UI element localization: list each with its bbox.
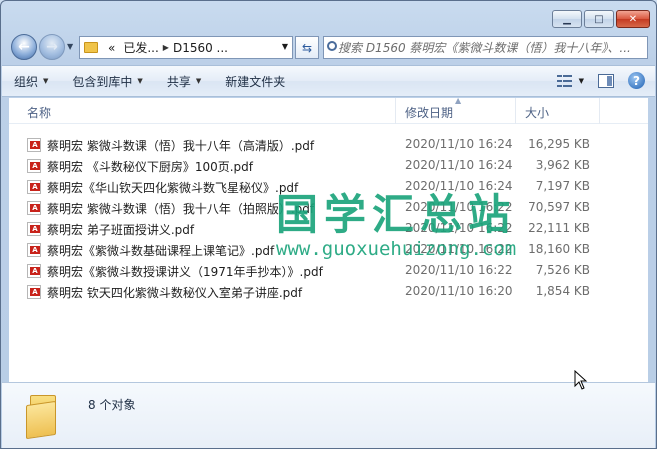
include-in-library-button[interactable]: 包含到库中 ▼ — [72, 73, 142, 90]
minimize-button[interactable]: ▁ — [552, 10, 582, 28]
refresh-icon: ⇆ — [301, 40, 313, 55]
file-name: 蔡明宏 弟子班面授讲义.pdf — [47, 223, 195, 237]
folder-icon — [84, 42, 98, 53]
table-row[interactable]: 蔡明宏 钦天四化紫微斗数秘仪入室弟子讲座.pdf 2020/11/10 16:2… — [9, 281, 648, 302]
chevron-down-icon: ▼ — [137, 77, 143, 85]
navigation-bar: ← → ▼ « 已发... ▶ D1560 ... ▼ ⇆ 搜索 D1560 蔡… — [9, 34, 648, 60]
column-divider[interactable] — [599, 98, 600, 124]
file-size: 7,197 KB — [535, 179, 590, 193]
command-bar: 组织 ▼ 包含到库中 ▼ 共享 ▼ 新建文件夹 ▼ ? — [2, 65, 655, 97]
pdf-file-icon — [27, 159, 41, 173]
file-size: 22,111 KB — [528, 221, 590, 235]
breadcrumb-segment[interactable]: 已发... — [123, 39, 158, 56]
maximize-button[interactable]: □ — [584, 10, 614, 28]
chevron-down-icon: ▼ — [578, 76, 584, 85]
column-header-size[interactable]: 大小 — [525, 104, 549, 121]
column-divider[interactable] — [515, 98, 516, 124]
search-icon — [327, 41, 337, 51]
file-name: 蔡明宏 紫微斗数课（悟）我十八年（拍照版）.pdf — [47, 202, 315, 216]
file-name: 蔡明宏《紫微斗数授课讲义（1971年手抄本）》.pdf — [47, 265, 323, 279]
table-row[interactable]: 蔡明宏 《斗数秘仪下厨房》100页.pdf 2020/11/10 16:24 3… — [9, 155, 648, 176]
watermark-url: www.guoxuehuizong.com — [276, 238, 517, 260]
pdf-file-icon — [27, 138, 41, 152]
file-date: 2020/11/10 16:24 — [405, 137, 513, 151]
pdf-file-icon — [27, 264, 41, 278]
refresh-button[interactable]: ⇆ — [295, 36, 319, 59]
share-button[interactable]: 共享 ▼ — [167, 73, 201, 90]
caption-buttons: ▁ □ ✕ — [552, 10, 650, 28]
pdf-file-icon — [27, 180, 41, 194]
file-name: 蔡明宏《华山钦天四化紫微斗数飞星秘仪》.pdf — [47, 181, 299, 195]
table-row[interactable]: 蔡明宏 紫微斗数课（悟）我十八年（高清版）.pdf 2020/11/10 16:… — [9, 134, 648, 155]
pdf-file-icon — [27, 243, 41, 257]
file-date: 2020/11/10 16:22 — [405, 263, 513, 277]
column-headers: 名称 ▲ 修改日期 大小 — [9, 96, 648, 124]
file-date: 2020/11/10 16:20 — [405, 284, 513, 298]
address-overflow[interactable]: « — [108, 41, 115, 55]
item-count: 8 个对象 — [88, 398, 136, 412]
mouse-cursor-icon — [574, 370, 588, 390]
file-name: 蔡明宏 《斗数秘仪下厨房》100页.pdf — [47, 160, 253, 174]
search-input[interactable]: 搜索 D1560 蔡明宏《紫微斗数课（悟）我十八年》、... — [323, 36, 648, 59]
folder-icon — [24, 393, 64, 440]
details-pane: 8 个对象 — [2, 382, 655, 448]
help-icon[interactable]: ? — [628, 72, 645, 89]
file-size: 1,854 KB — [535, 284, 590, 298]
new-folder-label: 新建文件夹 — [225, 74, 286, 89]
file-size: 70,597 KB — [528, 200, 590, 214]
search-placeholder: 搜索 D1560 蔡明宏《紫微斗数课（悟）我十八年》、... — [338, 41, 631, 55]
organize-button[interactable]: 组织 ▼ — [14, 73, 48, 90]
file-date: 2020/11/10 16:24 — [405, 158, 513, 172]
arrow-left-icon: ← — [18, 39, 30, 55]
chevron-down-icon: ▼ — [43, 77, 49, 85]
sort-indicator-icon: ▲ — [455, 96, 462, 105]
file-size: 3,962 KB — [535, 158, 590, 172]
organize-label: 组织 — [14, 74, 39, 89]
change-view-button[interactable]: ▼ — [556, 74, 584, 88]
new-folder-button[interactable]: 新建文件夹 — [225, 73, 285, 90]
recent-pages-dropdown[interactable]: ▼ — [67, 42, 73, 51]
chevron-down-icon[interactable]: ▼ — [282, 42, 288, 51]
file-name: 蔡明宏 紫微斗数课（悟）我十八年（高清版）.pdf — [47, 139, 315, 153]
column-header-name[interactable]: 名称 — [27, 104, 51, 121]
back-button[interactable]: ← — [11, 34, 37, 60]
list-view-icon — [556, 74, 573, 88]
chevron-right-icon[interactable]: ▶ — [163, 43, 169, 52]
breadcrumb-segment[interactable]: D1560 ... — [173, 41, 228, 55]
file-size: 16,295 KB — [528, 137, 590, 151]
preview-pane-icon[interactable] — [598, 73, 614, 88]
pdf-file-icon — [27, 201, 41, 215]
forward-button[interactable]: → — [39, 34, 65, 60]
share-label: 共享 — [166, 74, 191, 89]
file-size: 7,526 KB — [535, 263, 590, 277]
watermark-title: 国学汇总站 — [276, 190, 517, 239]
view-controls: ▼ ? — [556, 72, 645, 89]
table-row[interactable]: 蔡明宏《紫微斗数授课讲义（1971年手抄本）》.pdf 2020/11/10 1… — [9, 260, 648, 281]
include-in-library-label: 包含到库中 — [72, 74, 133, 89]
explorer-window: ▁ □ ✕ ← → ▼ « 已发... ▶ D1560 ... ▼ ⇆ 搜索 D… — [0, 0, 657, 449]
file-name: 蔡明宏 钦天四化紫微斗数秘仪入室弟子讲座.pdf — [47, 286, 303, 300]
pdf-file-icon — [27, 285, 41, 299]
file-name: 蔡明宏《紫微斗数基础课程上课笔记》.pdf — [47, 244, 275, 258]
chevron-down-icon: ▼ — [195, 77, 202, 85]
file-size: 18,160 KB — [528, 242, 590, 256]
column-divider[interactable] — [395, 98, 396, 124]
address-bar[interactable]: « 已发... ▶ D1560 ... ▼ — [79, 36, 293, 59]
close-button[interactable]: ✕ — [616, 10, 650, 28]
pdf-file-icon — [27, 222, 41, 236]
column-header-date[interactable]: 修改日期 — [405, 104, 453, 121]
arrow-right-icon: → — [46, 39, 58, 55]
